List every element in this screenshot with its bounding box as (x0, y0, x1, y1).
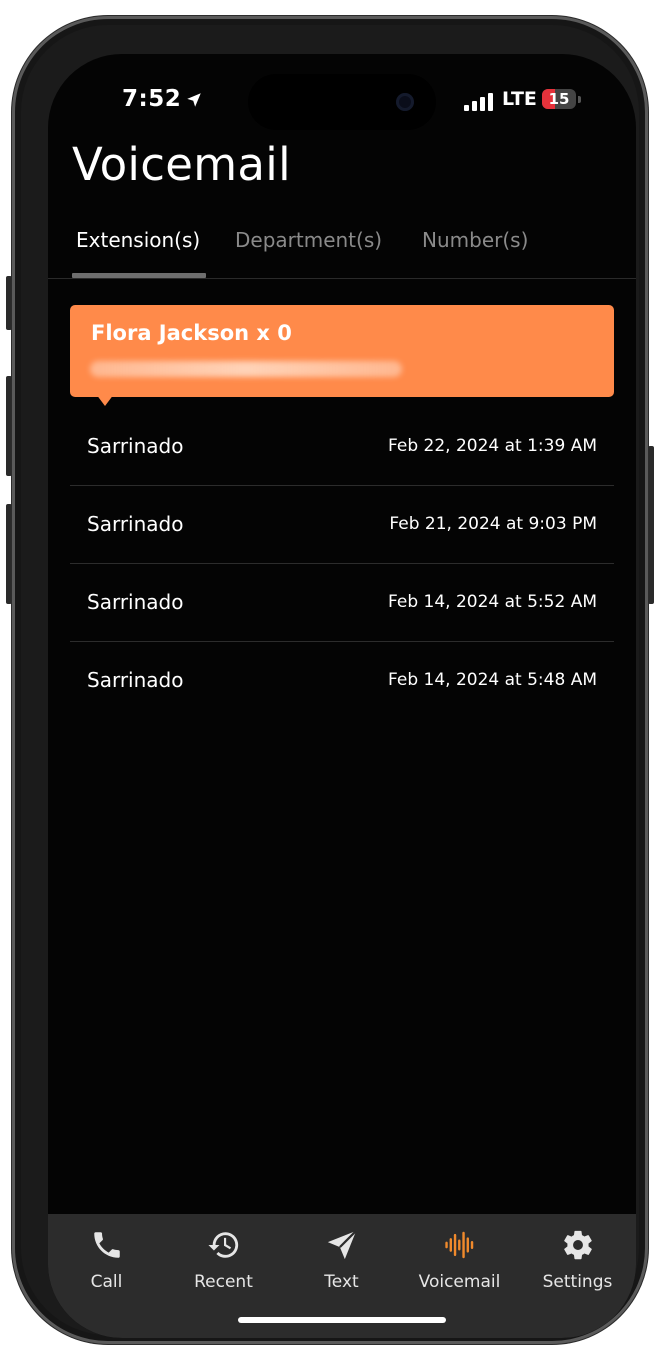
extension-name: Flora Jackson x 0 (91, 321, 292, 345)
extension-banner[interactable]: Flora Jackson x 0 (70, 305, 614, 397)
caller-name: Sarrinado (87, 434, 184, 458)
tab-departments[interactable]: Department(s) (235, 228, 382, 252)
tab-settings[interactable]: Settings (519, 1214, 636, 1304)
redacted-text (90, 361, 402, 377)
voicemail-date: Feb 14, 2024 at 5:52 AM (388, 592, 597, 612)
tab-recent[interactable]: Recent (165, 1214, 282, 1304)
voicemail-row[interactable]: Sarrinado Feb 14, 2024 at 5:48 AM (70, 642, 614, 719)
network-type: LTE (502, 88, 537, 110)
waveform-icon (444, 1231, 473, 1259)
location-arrow-icon (187, 92, 201, 107)
tab-extensions[interactable]: Extension(s) (76, 228, 200, 252)
segment-tabs: Extension(s) Department(s) Number(s) (48, 224, 636, 279)
status-time-text: 7:52 (122, 86, 182, 112)
power-button (648, 446, 654, 604)
active-tab-indicator (72, 273, 206, 278)
voicemail-date: Feb 14, 2024 at 5:48 AM (388, 670, 597, 690)
tab-settings-label: Settings (542, 1272, 613, 1292)
screen: 7:52 LTE 15 Voicemail Extension(s) Depar… (48, 54, 636, 1338)
tab-text-label: Text (324, 1272, 359, 1292)
battery-tip (578, 96, 581, 103)
phone-frame: 7:52 LTE 15 Voicemail Extension(s) Depar… (12, 16, 648, 1344)
voicemail-date: Feb 21, 2024 at 9:03 PM (389, 514, 597, 534)
tab-text[interactable]: Text (283, 1214, 400, 1304)
battery-icon: 15 (542, 89, 576, 109)
banner-pointer (96, 394, 114, 406)
page-title: Voicemail (72, 138, 291, 191)
tab-voicemail[interactable]: Voicemail (401, 1214, 518, 1304)
send-icon (327, 1230, 357, 1260)
phone-icon (93, 1232, 120, 1258)
voicemail-row[interactable]: Sarrinado Feb 14, 2024 at 5:52 AM (70, 564, 614, 642)
caller-name: Sarrinado (87, 590, 184, 614)
camera-icon (396, 93, 414, 111)
tab-numbers[interactable]: Number(s) (422, 228, 528, 252)
home-indicator[interactable] (238, 1317, 446, 1323)
voicemail-row[interactable]: Sarrinado Feb 21, 2024 at 9:03 PM (70, 486, 614, 564)
tab-voicemail-label: Voicemail (418, 1272, 501, 1292)
status-time: 7:52 (122, 86, 203, 112)
caller-name: Sarrinado (87, 512, 184, 536)
voicemail-list: Sarrinado Feb 22, 2024 at 1:39 AM Sarrin… (70, 408, 614, 719)
caller-name: Sarrinado (87, 668, 184, 692)
history-icon (207, 1232, 238, 1258)
battery-percent: 15 (548, 90, 570, 108)
tab-call[interactable]: Call (48, 1214, 165, 1304)
tab-call-label: Call (90, 1272, 123, 1292)
voicemail-row[interactable]: Sarrinado Feb 22, 2024 at 1:39 AM (70, 408, 614, 486)
signal-bars-icon (464, 93, 494, 111)
tab-recent-label: Recent (194, 1272, 253, 1292)
dynamic-island (248, 74, 436, 130)
voicemail-date: Feb 22, 2024 at 1:39 AM (388, 436, 597, 456)
gear-icon (563, 1230, 592, 1260)
